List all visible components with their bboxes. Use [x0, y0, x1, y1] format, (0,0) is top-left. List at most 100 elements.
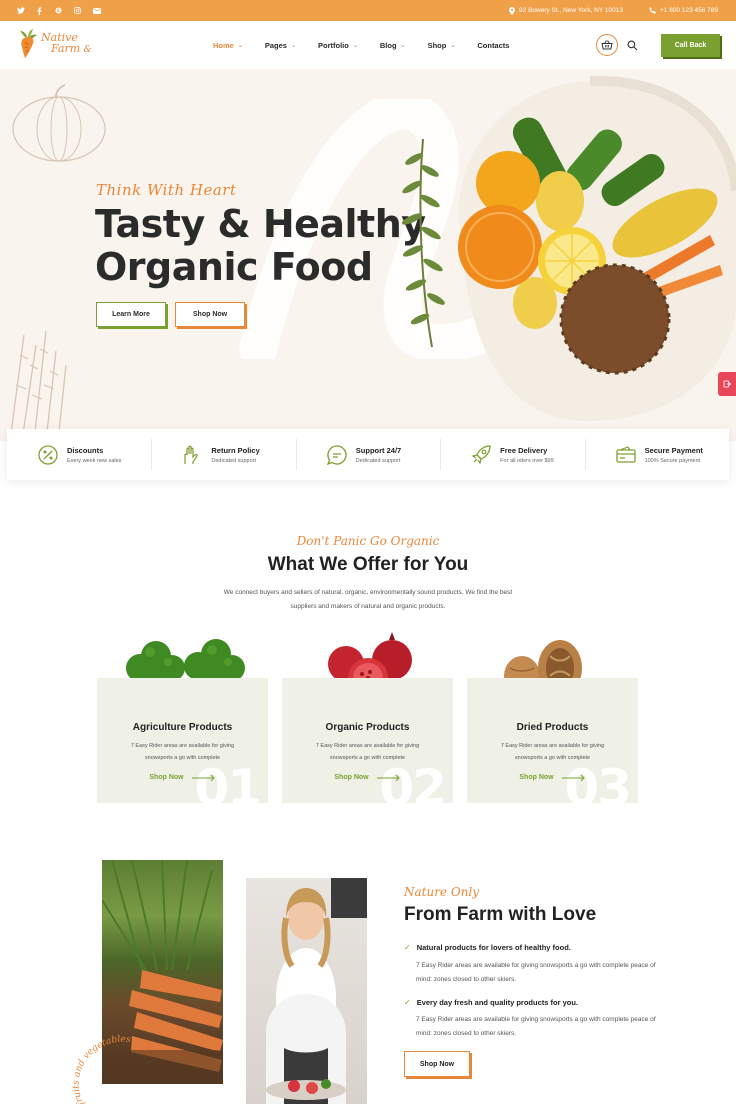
offer-script-text: Don't Panic Go Organic: [296, 534, 440, 548]
feature-secure-payment: Secure Payment 100% Secure payment: [584, 429, 729, 480]
search-button[interactable]: [627, 38, 638, 56]
farm-point-1: ✓ Natural products for lovers of healthy …: [404, 943, 571, 952]
offer-card-organic: 02 Organic Products 7 Easy Rider areas a…: [282, 678, 453, 803]
email-icon[interactable]: [90, 4, 103, 17]
farm-point-description: 7 Easy Rider areas are available for giv…: [416, 962, 656, 983]
card-shop-now-link[interactable]: Shop Now: [467, 774, 638, 781]
offer-card-agriculture: 01 Agriculture Products 7 Easy Rider are…: [97, 678, 268, 803]
chevron-down-icon: ⌄: [237, 41, 243, 49]
card-shop-now-link[interactable]: Shop Now: [97, 774, 268, 781]
nav-blog[interactable]: Blog ⌄: [380, 41, 406, 50]
card-description: 7 Easy Rider areas are available for giv…: [130, 743, 235, 761]
card-link-label: Shop Now: [519, 774, 554, 781]
farm-title: From Farm with Love: [404, 904, 597, 925]
call-back-button[interactable]: Call Back: [661, 34, 720, 57]
feature-sub: Every week new sales: [67, 457, 122, 464]
feature-sub: Dedicated support: [211, 457, 257, 464]
card-shop-now-link[interactable]: Shop Now: [282, 774, 453, 781]
nav-pages-label: Pages: [264, 40, 287, 50]
card-link-label: Shop Now: [334, 774, 369, 781]
farm-point-2: ✓ Every day fresh and quality products fo…: [404, 998, 578, 1007]
check-icon: ✓: [404, 943, 411, 952]
card-title: Dried Products: [516, 722, 589, 733]
percent-icon: [38, 444, 58, 465]
learn-more-button[interactable]: Learn More: [96, 302, 166, 327]
exit-icon: [723, 380, 731, 388]
card-title: Organic Products: [325, 722, 410, 733]
farm-shop-now-button[interactable]: Shop Now: [404, 1051, 470, 1077]
woman-cooking-photo: [246, 878, 367, 1104]
logo-line-2: Farm &: [51, 42, 92, 55]
nav-contacts-label: Contacts: [477, 40, 510, 50]
feature-support: Support 24/7 Dedicated support: [295, 429, 440, 480]
feature-sub: Dedicated support: [355, 457, 401, 464]
nav-blog-label: Blog: [379, 40, 397, 50]
hero-title-line-2: Organic Food: [95, 245, 373, 289]
features-bar: Discounts Every week new sales Return Pol…: [7, 429, 729, 480]
arrow-right-icon: [561, 774, 585, 781]
nav-home-label: Home: [213, 40, 234, 50]
check-icon: ✓: [404, 998, 411, 1007]
twitter-icon[interactable]: [14, 4, 27, 17]
card-number: 03: [564, 759, 632, 803]
vegetable-bag-image: [458, 75, 736, 421]
contact-info: 92 Bowery St., New York, NY 10013 +1 800…: [509, 0, 718, 21]
phone-text: +1 800 123 456 789: [659, 7, 718, 14]
feature-return-policy: Return Policy Dedicated support: [151, 429, 295, 480]
card-number: 02: [379, 759, 447, 803]
hero-section: Think With Heart Tasty & Healthy Organic…: [0, 69, 736, 441]
woman-cooking-photo-art: [266, 878, 367, 1104]
feature-text: Discounts Every week new sales: [67, 446, 121, 464]
feature-sub: 100% Secure payment: [644, 457, 701, 464]
arrow-right-icon: [191, 774, 215, 781]
address-text: 92 Bowery St., New York, NY 10013: [519, 7, 623, 14]
nav-contacts[interactable]: Contacts: [477, 41, 509, 50]
site-header: Native Farm & Home ⌄ Pages ⌄ Portfolio ⌄ Bl…: [0, 21, 736, 69]
feature-text: Free Delivery For all oders over $99: [500, 446, 554, 464]
social-links: S: [14, 4, 103, 17]
feature-text: Return Policy Dedicated support: [211, 446, 259, 464]
feature-text: Secure Payment 100% Secure payment: [645, 446, 703, 464]
skype-icon[interactable]: S: [52, 4, 65, 17]
feature-text: Support 24/7 Dedicated support: [356, 446, 401, 464]
card-description: 7 Easy Rider areas are available for giv…: [315, 743, 420, 761]
feature-title: Support 24/7: [355, 445, 402, 455]
hero-shop-now-button[interactable]: Shop Now: [175, 302, 245, 327]
card-link-label: Shop Now: [149, 774, 184, 781]
hero-title-line-1: Tasty & Healthy: [95, 202, 426, 246]
phone-item[interactable]: +1 800 123 456 789: [649, 7, 718, 14]
location-pin-icon: [509, 6, 515, 15]
asparagus-sketch-icon: [9, 330, 67, 441]
side-panel-tab[interactable]: [718, 372, 736, 396]
address-item: 92 Bowery St., New York, NY 10013: [509, 6, 623, 15]
hero-script-text: Think With Heart: [96, 181, 237, 199]
nav-home[interactable]: Home ⌄: [213, 41, 243, 50]
logo-text: Native Farm &: [41, 32, 92, 56]
offer-title: What We Offer for You: [267, 554, 469, 575]
nav-shop[interactable]: Shop ⌄: [428, 41, 456, 50]
basket-icon: [601, 40, 613, 50]
offer-description: We connect buyers and sellers of natural…: [223, 589, 513, 610]
feature-title: Free Delivery: [500, 445, 548, 455]
arrow-right-icon: [376, 774, 400, 781]
instagram-icon[interactable]: [71, 4, 84, 17]
nav-pages[interactable]: Pages ⌄: [265, 41, 296, 50]
chevron-down-icon: ⌄: [400, 41, 406, 49]
card-number: 01: [194, 759, 262, 803]
nav-portfolio[interactable]: Portfolio ⌄: [318, 41, 358, 50]
feature-title: Secure Payment: [644, 445, 703, 455]
cart-button[interactable]: [596, 34, 618, 56]
top-bar: S 92 Bowery St., New York, NY 10013 +1 8…: [0, 0, 736, 21]
fruits-and-vegetables-badge: fruits and vegetables: [72, 1035, 132, 1104]
facebook-icon[interactable]: [33, 4, 46, 17]
offer-card-dried: 03 Dried Products 7 Easy Rider areas are…: [467, 678, 638, 803]
farm-script-text: Nature Only: [404, 885, 480, 899]
chevron-down-icon: ⌄: [352, 41, 358, 49]
feature-sub: For all oders over $99: [500, 457, 554, 464]
return-hand-icon: [184, 445, 199, 464]
chat-support-icon: [326, 444, 347, 465]
card-description: 7 Easy Rider areas are available for giv…: [500, 743, 605, 761]
logo[interactable]: Native Farm &: [18, 29, 92, 59]
credit-card-icon: [615, 445, 636, 463]
farm-point-title: Every day fresh and quality products for…: [416, 998, 578, 1007]
